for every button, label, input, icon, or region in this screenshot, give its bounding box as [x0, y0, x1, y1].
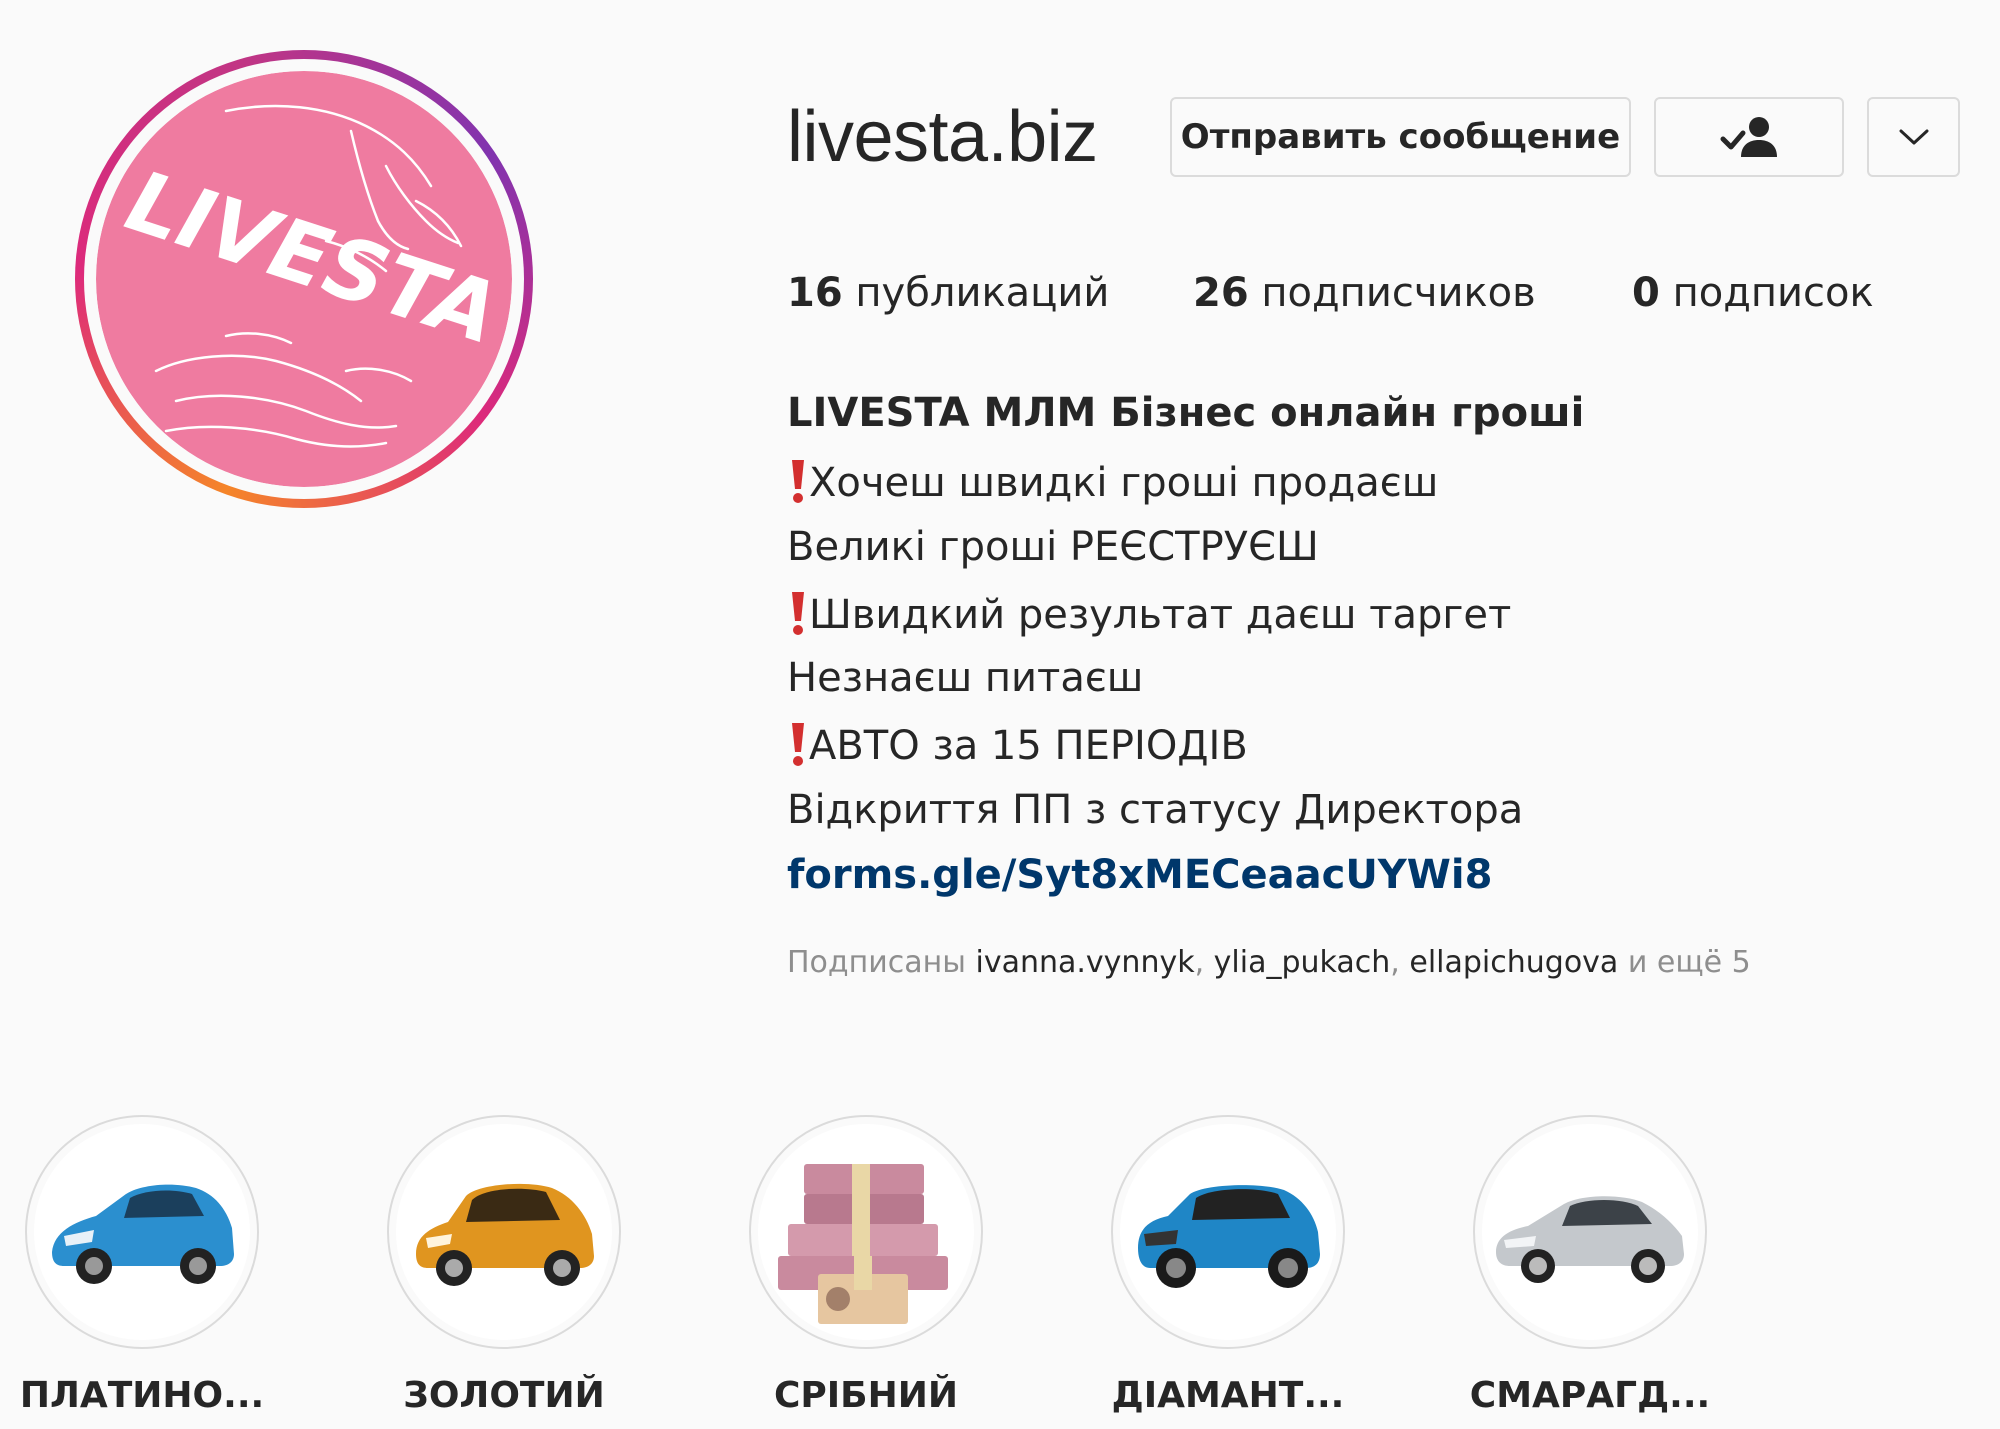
following-label: подписок: [1672, 270, 1874, 316]
bio-line-text: АВТО за 15 ПЕРІОДІВ: [809, 723, 1248, 769]
exclamation-icon: [792, 592, 804, 635]
following-number: 0: [1632, 270, 1660, 316]
person-check-icon: [1720, 117, 1777, 157]
profile-page: LIVESTA livesta.biz Отправить сообщение …: [0, 0, 2000, 1429]
bio-line-text: Великі гроші РЕЄСТРУЄШ: [787, 524, 1319, 570]
followed-by-prefix: Подписаны: [787, 945, 966, 980]
highlight-label: ПЛАТИНО...: [19, 1375, 265, 1416]
follower-account[interactable]: ivanna.vynnyk: [976, 945, 1195, 980]
highlight-thumbnail: [34, 1124, 250, 1340]
bio-name: LIVESTA МЛМ Бізнес онлайн гроші: [787, 390, 1585, 436]
blue-hatchback-car-icon: [52, 1184, 234, 1284]
follower-account[interactable]: ellapichugova: [1409, 945, 1618, 980]
followers-label: подписчиков: [1261, 270, 1536, 316]
following-button[interactable]: [1654, 97, 1844, 177]
bio-line: Швидкий результат даєш таргет: [787, 590, 1511, 638]
orange-city-car-icon: [416, 1183, 594, 1286]
bio-line-text: Незнаєш питаєш: [787, 655, 1144, 701]
bio-line-text: Хочеш швидкі гроші продаєш: [809, 460, 1439, 506]
exclamation-icon: [792, 723, 804, 766]
username: livesta.biz: [787, 97, 1098, 177]
highlight-label: СМАРАГД...: [1469, 1375, 1711, 1416]
exclamation-icon: [792, 460, 804, 503]
bio-line: Відкриття ПП з статусу Директора: [787, 787, 1523, 833]
bio-line: Незнаєш питаєш: [787, 655, 1143, 701]
highlight-thumbnail: [1482, 1124, 1698, 1340]
followed-by[interactable]: Подписаны ivanna.vynnyk, ylia_pukach, el…: [787, 945, 1751, 980]
silver-sedan-car-icon: [1496, 1196, 1684, 1283]
highlight-thumbnail: [396, 1124, 612, 1340]
highlight-thumbnail: [1120, 1124, 1336, 1340]
follower-account[interactable]: ylia_pukach: [1214, 945, 1391, 980]
bio-line: Хочеш швидкі гроші продаєш: [787, 458, 1438, 506]
highlight-label: ЗОЛОТИЙ: [403, 1375, 605, 1416]
send-message-label: Отправить сообщение: [1180, 117, 1621, 157]
highlight-label: СРІБНИЙ: [773, 1375, 959, 1416]
bio-link[interactable]: forms.gle/Syt8xMECeaacUYWi8: [787, 852, 1492, 898]
livesta-logo: LIVESTA: [96, 71, 512, 487]
bio-line-text: Швидкий результат даєш таргет: [809, 592, 1512, 638]
chevron-down-icon: [1899, 129, 1928, 145]
bio-line-text: Відкриття ПП з статусу Директора: [787, 787, 1524, 833]
blue-suv-car-icon: [1138, 1185, 1320, 1288]
highlight-label: ДІАМАНТ...: [1111, 1375, 1345, 1416]
money-stacks-icon: [778, 1164, 948, 1324]
bio-line: Великі гроші РЕЄСТРУЄШ: [787, 524, 1319, 570]
followers-number: 26: [1193, 270, 1249, 316]
following-count[interactable]: 0 подписок: [1632, 270, 1874, 316]
send-message-button[interactable]: Отправить сообщение: [1170, 97, 1631, 177]
followed-by-suffix: и ещё 5: [1627, 945, 1751, 980]
followers-count[interactable]: 26 подписчиков: [1193, 270, 1536, 316]
posts-number: 16: [787, 270, 843, 316]
more-options-button[interactable]: [1867, 97, 1960, 177]
avatar[interactable]: LIVESTA: [96, 71, 512, 487]
highlight-thumbnail: [758, 1124, 974, 1340]
posts-label: публикаций: [855, 270, 1110, 316]
bio-line: АВТО за 15 ПЕРІОДІВ: [787, 721, 1248, 769]
posts-count: 16 публикаций: [787, 270, 1109, 316]
